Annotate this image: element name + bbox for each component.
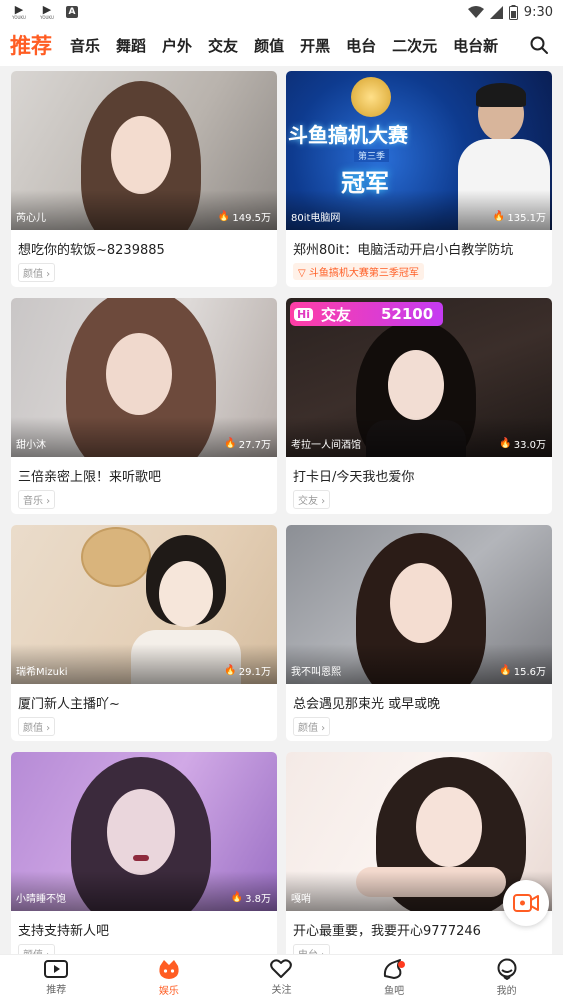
tab-social[interactable]: 交友 (208, 35, 238, 56)
anchor-name: 嘎哨 (291, 894, 311, 905)
flame-icon: 🔥 (224, 438, 237, 449)
youku-app-icon: ▶ YOUKU (40, 2, 54, 20)
tab-outdoor[interactable]: 户外 (162, 35, 192, 56)
heart-icon (270, 959, 293, 978)
category-tag[interactable]: 颜值 › (18, 717, 56, 736)
stream-thumbnail: 斗鱼搞机大赛 第三季 冠军 80it电脑网 🔥 135.1万 (286, 71, 552, 230)
flame-icon: 🔥 (224, 665, 237, 676)
a-notification-icon: A (66, 6, 78, 18)
stream-grid: 芮心儿 🔥 149.5万 想吃你的软饭~8239885 颜值 › 斗鱼搞机大赛 第… (0, 66, 563, 954)
anchor-name: 芮心儿 (16, 213, 46, 224)
trophy-icon (351, 77, 391, 117)
tab-dance[interactable]: 舞蹈 (116, 35, 146, 56)
profile-icon (497, 958, 517, 980)
viewer-count: 🔥 33.0万 (499, 438, 546, 451)
viewer-count: 🔥 15.6万 (499, 665, 546, 678)
anchor-name: 80it电脑网 (291, 213, 341, 224)
stream-title: 总会遇见那束光 或早或晚 (293, 697, 441, 712)
wifi-icon (467, 5, 484, 18)
stream-card[interactable]: 芮心儿 🔥 149.5万 想吃你的软饭~8239885 颜值 › (11, 71, 277, 287)
stream-title: 开心最重要，我要开心9777246 (293, 924, 481, 939)
stream-card[interactable]: 小晴睡不饱 🔥3.8万 支持支持新人吧 颜值 › (11, 752, 277, 954)
category-tag[interactable]: 颜值 › (18, 263, 56, 282)
category-tag[interactable]: 交友 › (293, 490, 331, 509)
social-badge: Hi 交友 52100 (290, 302, 444, 326)
banner-season: 第三季 (354, 149, 390, 162)
flame-icon: 🔥 (499, 665, 512, 676)
status-time: 9:30 (523, 4, 553, 20)
tab-bar-follow[interactable]: 关注 (225, 955, 338, 1000)
stream-card[interactable]: 瑞希Mizuki 🔥 29.1万 厦门新人主播吖~ 颜值 › (11, 525, 277, 741)
stream-thumbnail: 芮心儿 🔥 149.5万 (11, 71, 277, 230)
flame-icon: 🔥 (230, 892, 244, 903)
video-camera-icon (44, 960, 69, 978)
douyu-logo-icon: ▽ (298, 268, 306, 279)
flame-icon: 🔥 (492, 211, 506, 222)
tab-anime[interactable]: 二次元 (392, 35, 437, 56)
start-live-button[interactable] (503, 880, 549, 926)
stream-card[interactable]: 嘎哨 开心最重要，我要开心9777246 电台 › (286, 752, 552, 954)
notification-dot (397, 961, 405, 968)
tab-bar-fish-bar[interactable]: 鱼吧 (338, 955, 451, 1000)
stream-card[interactable]: 斗鱼搞机大赛 第三季 冠军 80it电脑网 🔥 135.1万 郑州80it：电脑活… (286, 71, 552, 287)
stream-card[interactable]: 我不叫恩熙 🔥 15.6万 总会遇见那束光 或早或晚 颜值 › (286, 525, 552, 741)
flame-icon: 🔥 (499, 438, 512, 449)
stream-title: 厦门新人主播吖~ (18, 697, 120, 712)
anchor-name: 考拉一人间酒馆 (291, 440, 361, 451)
tab-looks[interactable]: 颜值 (254, 35, 284, 56)
tab-bar-recommend[interactable]: 推荐 (0, 955, 113, 1000)
stream-thumbnail: 我不叫恩熙 🔥 15.6万 (286, 525, 552, 684)
category-tag[interactable]: 颜值 › (18, 944, 56, 954)
tab-radio-new[interactable]: 电台新 (453, 35, 498, 56)
tab-gaming-team[interactable]: 开黑 (300, 35, 330, 56)
tab-bar-profile[interactable]: 我的 (450, 955, 563, 1000)
stream-title: 郑州80it：电脑活动开启小白教学防坑 (293, 243, 514, 258)
search-icon[interactable] (529, 35, 549, 55)
stream-thumbnail: 甜小沐 🔥 27.7万 (11, 298, 277, 457)
stream-title: 想吃你的软饭~8239885 (18, 243, 165, 258)
battery-icon (508, 4, 518, 20)
stream-title: 支持支持新人吧 (18, 924, 110, 939)
stream-card[interactable]: Hi 交友 52100 考拉一人间酒馆 🔥 33.0万 打卡日/今天我也爱你 交友… (286, 298, 552, 514)
category-tag[interactable]: 电台 › (293, 944, 331, 954)
category-tag[interactable]: 音乐 › (18, 490, 56, 509)
stream-thumbnail: 小晴睡不饱 🔥 3.8万 (11, 752, 277, 911)
entertainment-icon (159, 960, 179, 979)
category-tag[interactable]: 颜值 › (293, 717, 331, 736)
stream-title: 三倍亲密上限！来听歌吧 (18, 470, 162, 485)
banner-title: 斗鱼搞机大赛 (288, 123, 408, 147)
tab-bar-entertainment[interactable]: 娱乐 (113, 955, 226, 1000)
signal-icon (489, 5, 503, 19)
tab-radio[interactable]: 电台 (346, 35, 376, 56)
tab-recommend[interactable]: 推荐 (10, 30, 52, 60)
promo-tag[interactable]: ▽ 斗鱼搞机大赛第三季冠军 (293, 263, 424, 280)
status-bar: ▶ YOUKU ▶ YOUKU A 9:30 (0, 0, 563, 24)
flame-icon: 🔥 (217, 211, 231, 222)
viewer-count: 🔥 27.7万 (224, 438, 271, 451)
viewer-count: 🔥 3.8万 (230, 892, 271, 905)
live-camera-icon (513, 894, 539, 912)
viewer-count: 🔥 149.5万 (217, 211, 271, 224)
youku-app-icon: ▶ YOUKU (12, 2, 26, 20)
stream-title: 打卡日/今天我也爱你 (293, 470, 415, 485)
category-nav: 推荐 音乐 舞蹈 户外 交友 颜值 开黑 电台 二次元 电台新 (0, 24, 563, 66)
bottom-tab-bar: 推荐 娱乐 关注 鱼吧 我的 (0, 954, 563, 1000)
viewer-count: 🔥 29.1万 (224, 665, 271, 678)
anchor-name: 我不叫恩熙 (291, 667, 341, 678)
stream-card[interactable]: 甜小沐 🔥 27.7万 三倍亲密上限！来听歌吧 音乐 › (11, 298, 277, 514)
anchor-name: 瑞希Mizuki (16, 667, 68, 678)
tab-music[interactable]: 音乐 (70, 35, 100, 56)
anchor-name: 小晴睡不饱 (16, 894, 66, 905)
viewer-count: 🔥 135.1万 (492, 211, 546, 224)
stream-thumbnail: 瑞希Mizuki 🔥 29.1万 (11, 525, 277, 684)
stream-thumbnail: Hi 交友 52100 考拉一人间酒馆 🔥 33.0万 (286, 298, 552, 457)
anchor-name: 甜小沐 (16, 440, 46, 451)
